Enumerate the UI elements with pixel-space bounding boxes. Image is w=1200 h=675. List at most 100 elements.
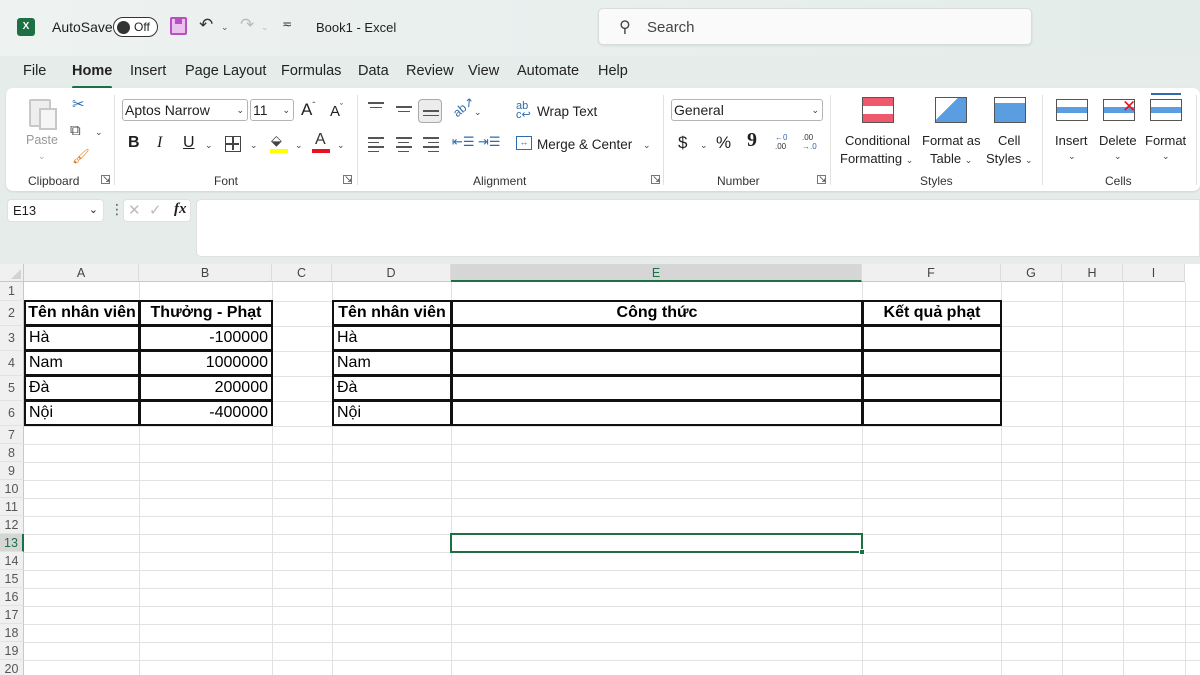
penalty-result-cell[interactable]	[862, 400, 1002, 426]
align-top-icon[interactable]	[368, 102, 384, 111]
align-center-icon[interactable]	[396, 137, 412, 155]
row-header-7[interactable]: 7	[0, 426, 24, 444]
conditional-formatting-label[interactable]: Formatting ⌄	[840, 151, 913, 166]
align-right-icon[interactable]	[423, 137, 439, 155]
undo-dropdown-icon[interactable]: ⌄	[221, 22, 229, 33]
worksheet-grid[interactable]: A B C D E F G H I 1 2 3 4 5 6 7 8 9 10 11 12 13 14 15 16 17 18 19 20…	[0, 264, 1200, 675]
tab-view[interactable]: View	[468, 63, 499, 85]
search-input[interactable]: ⚲ Search	[598, 8, 1032, 45]
customize-qat-icon[interactable]: ≂	[282, 17, 292, 31]
tab-page-layout[interactable]: Page Layout	[185, 63, 266, 85]
grow-font-button[interactable]: Aˆ	[301, 100, 315, 120]
enter-icon[interactable]: ✓	[149, 201, 162, 219]
italic-button[interactable]: I	[157, 134, 162, 152]
font-color-dropdown-icon[interactable]: ⌄	[337, 140, 345, 151]
table-header-cell[interactable]: Thưởng - Phạt	[139, 300, 273, 326]
format-cells-button[interactable]: Format	[1145, 133, 1186, 148]
underline-dropdown-icon[interactable]: ⌄	[205, 140, 213, 151]
font-size-select[interactable]: 11 ⌄	[250, 99, 294, 121]
undo-icon[interactable]: ↶	[199, 15, 213, 35]
bold-button[interactable]: B	[128, 134, 140, 152]
row-header-11[interactable]: 11	[0, 498, 24, 516]
column-header-h[interactable]: H	[1062, 264, 1123, 282]
column-header-b[interactable]: B	[139, 264, 272, 282]
penalty-result-cell[interactable]	[862, 350, 1002, 376]
employee-name-cell[interactable]: Nội	[24, 400, 140, 426]
table-header-cell[interactable]: Công thức	[451, 300, 863, 326]
insert-dropdown-icon[interactable]: ⌄	[1068, 151, 1076, 162]
currency-button[interactable]: $	[678, 133, 687, 153]
borders-icon[interactable]	[225, 136, 241, 152]
clipboard-launcher-icon[interactable]: ↘	[101, 175, 110, 185]
tab-review[interactable]: Review	[406, 63, 454, 85]
insert-function-icon[interactable]: fx	[174, 201, 187, 218]
redo-icon[interactable]: ↷	[240, 15, 254, 35]
comma-style-button[interactable]: 9	[747, 129, 757, 152]
row-header-14[interactable]: 14	[0, 552, 24, 570]
alignment-launcher-icon[interactable]: ↘	[651, 175, 660, 185]
number-format-select[interactable]: General ⌄	[671, 99, 823, 121]
format-dropdown-icon[interactable]: ⌄	[1162, 151, 1170, 162]
fill-color-icon[interactable]: ⬙	[271, 132, 282, 149]
row-header-17[interactable]: 17	[0, 606, 24, 624]
row-header-1[interactable]: 1	[0, 282, 24, 301]
column-header-g[interactable]: G	[1001, 264, 1062, 282]
cell-styles-button[interactable]: Cell	[998, 133, 1020, 148]
row-header-6[interactable]: 6	[0, 401, 24, 426]
active-cell-selection[interactable]	[450, 533, 865, 555]
tab-home[interactable]: Home	[72, 63, 113, 89]
cell-styles-label[interactable]: Styles ⌄	[986, 151, 1033, 166]
column-header-a[interactable]: A	[24, 264, 139, 282]
save-icon[interactable]	[170, 17, 187, 35]
bonus-penalty-cell[interactable]: 1000000	[139, 350, 273, 376]
fill-handle[interactable]	[859, 549, 865, 555]
table-header-cell[interactable]: Kết quả phạt	[862, 300, 1002, 326]
decrease-decimal-button[interactable]: .00 →.0	[802, 133, 817, 151]
row-header-13[interactable]: 13	[0, 534, 24, 552]
merge-center-button[interactable]: Merge & Center	[537, 137, 632, 152]
employee-name-cell[interactable]: Nội	[332, 400, 452, 426]
copy-icon[interactable]: ⧉	[70, 122, 81, 139]
employee-name-cell[interactable]: Hà	[332, 325, 452, 351]
employee-name-cell[interactable]: Hà	[24, 325, 140, 351]
tab-help[interactable]: Help	[598, 63, 628, 85]
merge-dropdown-icon[interactable]: ⌄	[643, 140, 651, 151]
underline-button[interactable]: U	[183, 134, 195, 152]
fill-color-dropdown-icon[interactable]: ⌄	[295, 140, 303, 151]
employee-name-cell[interactable]: Đà	[332, 375, 452, 401]
tab-formulas[interactable]: Formulas	[281, 63, 341, 85]
orientation-dropdown-icon[interactable]: ⌄	[474, 107, 482, 118]
percent-button[interactable]: %	[716, 133, 731, 153]
decrease-indent-icon[interactable]: ⇤☰	[452, 134, 475, 150]
borders-dropdown-icon[interactable]: ⌄	[250, 140, 258, 151]
conditional-formatting-button[interactable]: Conditional	[845, 133, 910, 148]
row-header-8[interactable]: 8	[0, 444, 24, 462]
column-header-f[interactable]: F	[862, 264, 1001, 282]
formula-cell[interactable]	[451, 400, 863, 426]
row-header-19[interactable]: 19	[0, 642, 24, 660]
row-header-3[interactable]: 3	[0, 326, 24, 351]
wrap-text-button[interactable]: Wrap Text	[537, 104, 597, 119]
row-header-10[interactable]: 10	[0, 480, 24, 498]
name-box[interactable]: E13 ⌄	[7, 199, 104, 222]
formula-cell[interactable]	[451, 325, 863, 351]
employee-name-cell[interactable]: Đà	[24, 375, 140, 401]
row-header-4[interactable]: 4	[0, 351, 24, 376]
format-as-table-label[interactable]: Table ⌄	[930, 151, 972, 166]
bonus-penalty-cell[interactable]: 200000	[139, 375, 273, 401]
row-header-12[interactable]: 12	[0, 516, 24, 534]
align-bottom-button[interactable]	[418, 99, 442, 123]
column-header-c[interactable]: C	[272, 264, 332, 282]
formula-cell[interactable]	[451, 375, 863, 401]
bonus-penalty-cell[interactable]: -100000	[139, 325, 273, 351]
increase-decimal-button[interactable]: ←0.00	[775, 133, 787, 151]
align-middle-icon[interactable]	[396, 106, 412, 115]
table-header-cell[interactable]: Tên nhân viên	[24, 300, 140, 326]
cancel-icon[interactable]: ✕	[128, 201, 141, 219]
tab-automate[interactable]: Automate	[517, 63, 579, 85]
currency-dropdown-icon[interactable]: ⌄	[700, 140, 708, 151]
copy-dropdown-icon[interactable]: ⌄	[95, 127, 103, 138]
delete-dropdown-icon[interactable]: ⌄	[1114, 151, 1122, 162]
insert-cells-button[interactable]: Insert	[1055, 133, 1088, 148]
number-launcher-icon[interactable]: ↘	[817, 175, 826, 185]
